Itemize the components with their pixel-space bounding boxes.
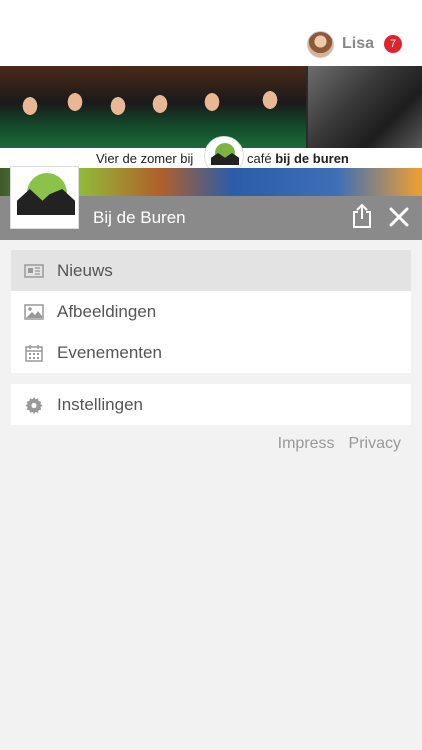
menu-item-instellingen[interactable]: Instellingen xyxy=(11,384,411,425)
menu-item-afbeeldingen[interactable]: Afbeeldingen xyxy=(11,291,411,332)
app-title: Bij de Buren xyxy=(93,208,186,227)
app-logo xyxy=(10,166,79,229)
share-icon xyxy=(353,203,371,228)
privacy-link[interactable]: Privacy xyxy=(349,435,401,453)
share-button[interactable] xyxy=(350,203,374,229)
interior-photo xyxy=(308,66,422,148)
banner-cafe-prefix: café xyxy=(247,151,272,166)
image-icon xyxy=(24,302,44,322)
top-bar: Lisa 7 xyxy=(0,0,422,66)
calendar-icon xyxy=(24,343,44,363)
gear-icon xyxy=(24,395,44,415)
menu-item-label: Instellingen xyxy=(57,394,144,414)
footer-links: Impress Privacy xyxy=(278,435,401,453)
menu-item-evenementen[interactable]: Evenementen xyxy=(11,332,411,373)
close-button[interactable] xyxy=(386,204,412,230)
menu-item-label: Afbeeldingen xyxy=(57,301,157,321)
navigation-menu: Nieuws Afbeeldingen Evenementen xyxy=(11,250,411,373)
menu-item-nieuws[interactable]: Nieuws xyxy=(11,250,411,291)
banner-cafe-name: café bij de buren xyxy=(247,151,349,166)
menu-item-label: Nieuws xyxy=(57,260,113,280)
user-profile[interactable]: Lisa 7 xyxy=(306,29,402,59)
banner-cafe-title: bij de buren xyxy=(275,151,349,166)
settings-menu: Instellingen xyxy=(11,384,411,425)
close-icon xyxy=(389,207,409,227)
avatar[interactable] xyxy=(306,30,334,58)
menu-item-label: Evenementen xyxy=(57,342,162,362)
staff-photo xyxy=(0,66,306,148)
impress-link[interactable]: Impress xyxy=(278,435,335,453)
newspaper-icon xyxy=(24,261,44,281)
banner-tagline: Vier de zomer bij xyxy=(96,151,194,166)
notification-badge[interactable]: 7 xyxy=(384,35,402,53)
user-name[interactable]: Lisa xyxy=(342,35,374,53)
